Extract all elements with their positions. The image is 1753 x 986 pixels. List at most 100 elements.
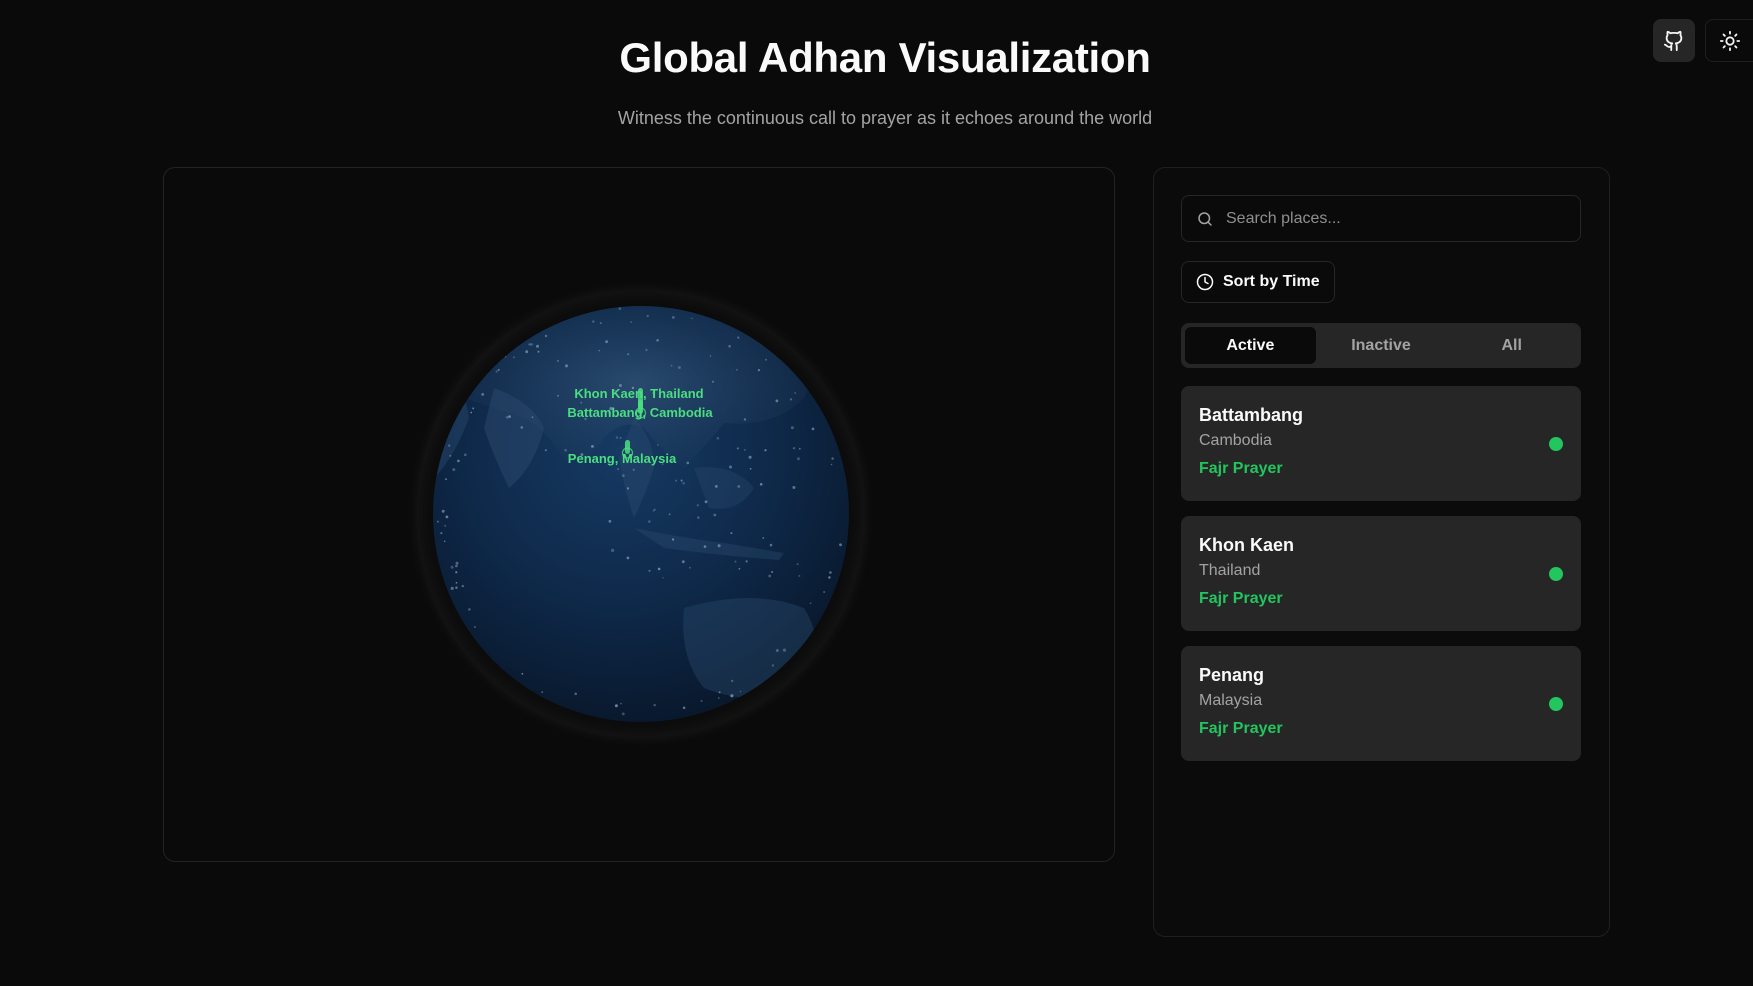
city-light-dot (737, 336, 740, 339)
city-light-dot (769, 543, 773, 547)
place-country: Thailand (1199, 562, 1261, 579)
city-light-dot (748, 455, 752, 459)
city-light-dot (461, 584, 464, 588)
city-light-dot (455, 581, 458, 584)
search-field[interactable] (1181, 195, 1581, 242)
globe-canvas[interactable]: Khon Kaen, Thailand Battambang, Cambodia… (164, 168, 1114, 861)
city-light-dot (823, 591, 826, 593)
city-light-dot (656, 339, 659, 342)
city-light-dot (614, 704, 618, 708)
city-light-dot (620, 702, 622, 705)
city-light-dot (495, 370, 498, 373)
sort-by-time-button[interactable]: Sort by Time (1181, 261, 1335, 303)
city-light-dot (729, 465, 732, 469)
city-light-dot (541, 691, 543, 693)
city-light-dot (718, 697, 720, 699)
city-light-dot (445, 515, 449, 519)
city-light-dot (621, 474, 625, 477)
city-light-dot (537, 350, 540, 353)
city-light-dot (696, 504, 699, 507)
city-light-dot (472, 407, 475, 410)
city-light-dot (591, 445, 594, 448)
city-light-dot (744, 449, 746, 451)
city-light-dot (743, 418, 747, 421)
city-light-dot (668, 513, 671, 516)
city-light-dot (618, 307, 622, 310)
city-light-dot (605, 340, 608, 344)
sort-button-label: Sort by Time (1223, 273, 1320, 290)
city-light-dot (798, 574, 801, 577)
clock-icon (1196, 273, 1214, 291)
city-light-dot (652, 509, 655, 512)
city-light-dot (449, 455, 452, 457)
place-prayer: Fajr Prayer (1199, 460, 1283, 477)
city-light-dot (759, 483, 763, 486)
city-light-dot (739, 690, 742, 693)
city-light-dot (686, 461, 690, 465)
city-light-dot (468, 608, 471, 611)
city-light-dot (574, 692, 577, 696)
city-light-dot (608, 519, 612, 523)
city-light-dot (556, 359, 559, 362)
city-light-dot (796, 563, 799, 566)
city-light-dot (441, 509, 445, 513)
city-light-dot (737, 485, 741, 488)
city-light-dot (670, 364, 673, 367)
city-light-dot (445, 478, 447, 481)
city-light-dot (672, 316, 675, 319)
status-tabs: Active Inactive All (1181, 323, 1581, 368)
city-light-dot (731, 679, 734, 683)
tab-all[interactable]: All (1446, 327, 1577, 364)
city-light-dot (697, 516, 700, 519)
city-light-dot (564, 449, 567, 452)
place-card-battambang[interactable]: Battambang Cambodia Fajr Prayer (1181, 386, 1581, 501)
city-light-dot (544, 334, 548, 338)
city-light-dot (730, 532, 733, 535)
city-light-dot (790, 426, 794, 430)
city-light-dot (632, 468, 635, 471)
city-light-dot (444, 524, 447, 527)
city-light-dot (530, 343, 533, 346)
globe-label-khon-kaen: Khon Kaen, Thailand (574, 386, 703, 401)
city-light-dot (648, 520, 651, 523)
city-light-dot (436, 520, 439, 523)
city-light-dot (762, 537, 765, 539)
city-light-dot (728, 345, 731, 348)
city-light-dot (630, 321, 632, 323)
city-light-dot (531, 416, 534, 419)
city-light-dot (473, 625, 476, 629)
city-light-dot (598, 349, 600, 352)
city-light-dot (703, 545, 707, 548)
place-card-khon-kaen[interactable]: Khon Kaen Thailand Fajr Prayer (1181, 516, 1581, 631)
city-light-dot (557, 394, 559, 397)
city-light-dot (626, 487, 630, 490)
city-light-dot (536, 344, 539, 348)
city-light-dot (645, 348, 648, 351)
city-light-dot (712, 380, 714, 383)
city-light-dot (682, 706, 686, 710)
city-light-dot (689, 566, 691, 569)
city-light-dot (792, 486, 796, 489)
city-light-dot (544, 449, 547, 452)
place-city: Khon Kaen (1199, 535, 1295, 555)
city-light-dot (730, 694, 734, 698)
city-light-dot (497, 368, 500, 371)
city-light-dot (481, 393, 485, 396)
place-card-penang[interactable]: Penang Malaysia Fajr Prayer (1181, 646, 1581, 761)
city-light-dot (671, 538, 675, 541)
city-light-dot (709, 355, 712, 357)
city-light-dot (792, 447, 796, 450)
city-light-dot (619, 437, 622, 439)
city-light-dot (626, 556, 630, 560)
tab-inactive[interactable]: Inactive (1316, 327, 1447, 364)
active-status-dot (1549, 567, 1563, 581)
city-light-dot (749, 467, 752, 470)
active-status-dot (1549, 697, 1563, 711)
place-prayer: Fajr Prayer (1199, 720, 1283, 737)
city-light-dot (734, 560, 737, 563)
search-input[interactable] (1226, 209, 1566, 228)
city-light-dot (627, 353, 630, 356)
city-light-dot (714, 485, 718, 488)
tab-active[interactable]: Active (1185, 327, 1316, 364)
city-light-dot (455, 586, 458, 589)
